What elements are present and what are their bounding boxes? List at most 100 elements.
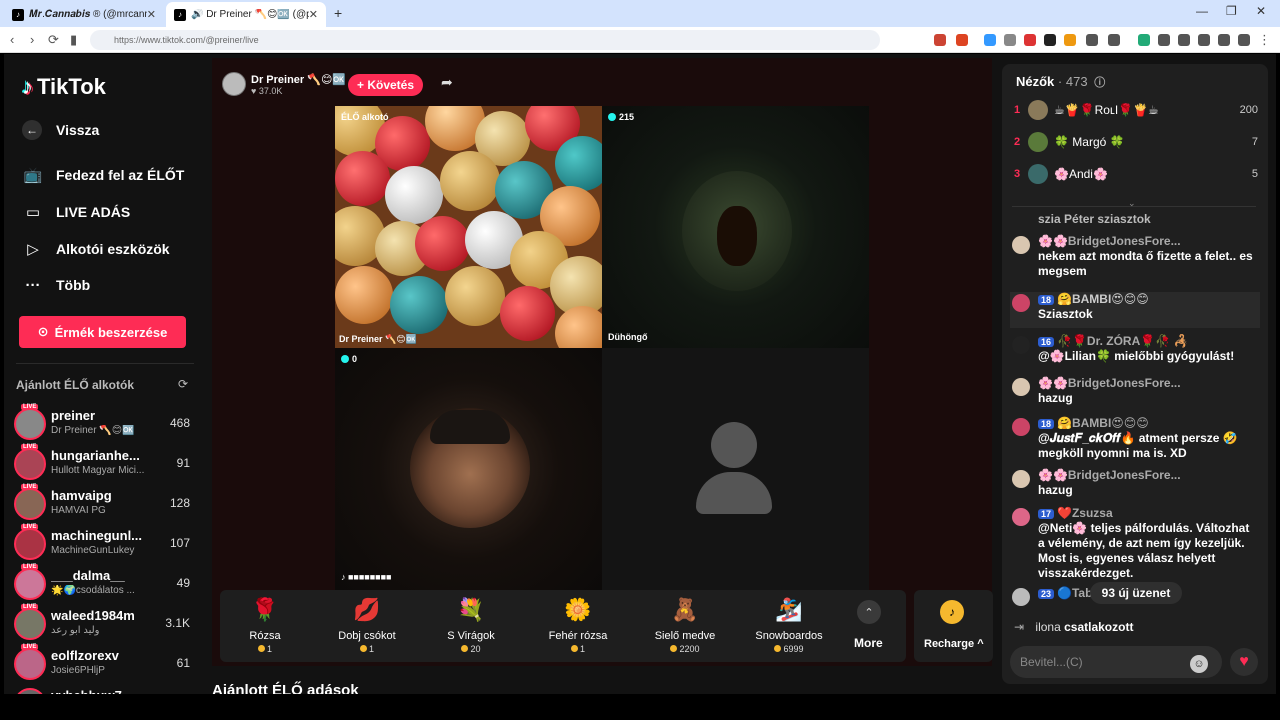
video-cell-guest-2[interactable]: 215 Dühöngő [602,106,869,348]
avatar [1028,132,1048,152]
menu-icon[interactable]: ⋮ [1258,32,1271,48]
coin-icon: ♪ [940,600,964,624]
back-button[interactable]: ← Vissza [22,120,99,140]
video-cell-guest-3[interactable]: 0 ♪ ■■■■■■■■ [335,348,602,590]
nav-explore-live[interactable]: 📺 Fedezd fel az ÉLŐT [22,164,185,186]
close-icon[interactable]: ✕ [309,8,318,21]
viewer-name: ☕🍟🌹RᴏʟI🌹🍟☕ [1054,103,1159,117]
extension-icon[interactable] [1198,34,1210,46]
extension-icon[interactable] [1044,34,1056,46]
browser-tab-bar: ♪ 𝑴𝒓.𝑪𝒂𝒏𝒏𝒂𝒃𝒊𝒔 ® (@mrcannab ✕ ♪ 🔊 Dr Prei… [0,0,1280,27]
creator-item[interactable]: LIVE preiner Dr Preiner 🪓😊🆗 468 [14,404,194,444]
gift-name: Snowboardos [755,630,823,642]
recommended-lives-title: Ajánlott ÉLŐ adások [212,682,359,694]
chevron-down-icon[interactable]: ⌄ [1128,198,1136,209]
extension-icon[interactable] [956,34,968,46]
minimize-icon[interactable]: — [1196,4,1208,18]
top-viewer-row[interactable]: 3 🌸Andi🌸 5 [1012,160,1258,190]
chevron-up-icon[interactable]: ⌃ [857,600,881,624]
gift-item[interactable]: 🏂 Snowboardos 6999 [744,596,834,658]
extension-icon[interactable] [1218,34,1230,46]
creator-item[interactable]: LIVE hamvaipg HAMVAI PG 128 [14,484,194,524]
extension-icon[interactable] [1158,34,1170,46]
extension-icon[interactable] [1238,34,1250,46]
share-icon[interactable]: ➦ [441,74,453,91]
avatar [1012,470,1030,488]
chat-message[interactable]: 🌸🌸BridgetJonesFore... hazug [1010,468,1260,504]
reload-icon[interactable]: ⟳ [48,32,59,48]
avatar [1028,100,1048,120]
chat-message[interactable]: 18 🤗BAMBI😍😊😊 @𝑱𝒖𝒔𝒕𝑭_𝒄𝒌𝑶𝒇𝒇🔥 atment persze … [1010,416,1260,466]
gift-item[interactable]: 💐 S Virágok 20 [426,596,516,658]
creator-item[interactable]: LIVE waleed1984m وليد ابو رعد 3.1K [14,604,194,644]
close-icon[interactable]: ✕ [147,8,156,21]
top-viewer-row[interactable]: 1 ☕🍟🌹RᴏʟI🌹🍟☕ 200 [1012,96,1258,126]
nav-creator-tools[interactable]: ▷ Alkotói eszközök [22,238,169,260]
nav-more[interactable]: ··· Több [22,274,91,296]
extension-icon[interactable] [934,34,946,46]
extension-icon[interactable] [1178,34,1190,46]
creator-item[interactable]: yyhchhuw7 [14,684,194,694]
maximize-icon[interactable]: ❐ [1226,4,1237,18]
extension-icon[interactable] [984,34,996,46]
gift-item[interactable]: 🌼 Fehér rózsa 1 [533,596,623,658]
creator-subtitle: Dr Preiner 🪓😊🆗 [51,425,135,436]
close-window-icon[interactable]: ✕ [1256,4,1266,18]
url-field[interactable]: https://www.tiktok.com/@preiner/live [90,30,880,50]
viewer-count: 107 [169,536,190,550]
browser-tab-2[interactable]: ♪ 🔊 Dr Preiner 🪓😊🆗 (@preine ✕ [166,2,326,27]
chat-message[interactable]: 17 ❤️Zsuzsa @Neti🌸 teljes pálfordulás. Vá… [1010,506,1260,580]
chat-message[interactable]: szia Péter sziasztok [1010,212,1260,228]
new-tab-button[interactable]: + [334,5,342,21]
heart-like-button[interactable]: ♥ [1230,648,1258,676]
message-author: ❤️Zsuzsa [1057,506,1113,520]
chat-message[interactable]: 🌸🌸BridgetJonesFore... hazug [1010,376,1260,412]
more-gifts-button[interactable]: More [854,636,883,650]
video-cell-host[interactable]: ÉLŐ alkotó Dr Preiner 🪓😊🆗 [335,106,602,348]
creator-item[interactable]: LIVE hungarianhe... Hullott Magyar Mici.… [14,444,194,484]
creator-item[interactable]: LIVE machinegunl... MachineGunLukey 107 [14,524,194,564]
chat-message[interactable]: 🌸🌸BridgetJonesFore... nekem azt mondta ő… [1010,234,1260,282]
nav-go-live[interactable]: ▭ LIVE ADÁS [22,201,130,223]
chat-message[interactable]: 18 🤗BAMBI😍😊😊 Sziasztok [1010,292,1260,328]
gift-item[interactable]: 🌹 Rózsa 1 [220,596,310,658]
host-avatar[interactable] [222,72,246,96]
emoji-icon[interactable]: ☺ [1190,655,1208,673]
viewer-name: 🌸Andi🌸 [1054,167,1108,181]
coin-icon [257,645,265,652]
viewers-header[interactable]: Nézők · 473 ⓘ [1016,74,1105,90]
info-icon[interactable]: ⓘ [1094,77,1105,89]
creator-item[interactable]: LIVE ___dalma__ 🌟🌍csodálatos ... 49 [14,564,194,604]
follow-button[interactable]: + Követés [348,74,423,96]
extension-icon[interactable] [1138,34,1150,46]
message-text: Sziasztok [1038,307,1093,321]
extension-icon[interactable] [1024,34,1036,46]
new-messages-button[interactable]: 93 új üzenet [1090,582,1182,604]
get-coins-button[interactable]: ⊙ Érmék beszerzése [19,316,186,348]
gift-price: 20 [426,644,516,654]
message-text: nekem azt mondta ő fizette a felet.. es … [1038,249,1253,278]
video-cell-empty[interactable] [602,348,869,590]
tiktok-logo[interactable]: ♪ TikTok [22,74,106,100]
browser-tab-1[interactable]: ♪ 𝑴𝒓.𝑪𝒂𝒏𝒏𝒂𝒃𝒊𝒔 ® (@mrcannab ✕ [4,2,164,27]
gift-item[interactable]: 🧸 Sielő medve 2200 [640,596,730,658]
tiktok-favicon-icon: ♪ [174,8,186,21]
gift-item[interactable]: 💋 Dobj csókot 1 [322,596,412,658]
back-icon[interactable]: ‹ [10,32,14,47]
avatar [1012,294,1030,312]
forward-icon[interactable]: › [30,32,34,47]
refresh-icon[interactable]: ⟳ [178,377,188,391]
avatar [1012,418,1030,436]
joined-text: csatlakozott [1064,620,1134,634]
extension-icon[interactable] [1004,34,1016,46]
chat-message[interactable]: 16 🥀🌹Dr. ZÓRA🌹🥀 🦂 @🌸Lilian🍀 mielőbbi gyóg… [1010,334,1260,370]
creator-item[interactable]: LIVE eolflzorexv Josie6PHljP 61 [14,644,194,684]
top-viewer-row[interactable]: 2 🍀 Margó 🍀 7 [1012,128,1258,158]
bookmark-icon[interactable]: ▮ [70,32,77,48]
host-name[interactable]: Dr Preiner 🪓😊🆗 [251,73,346,86]
more-dots-icon: ··· [25,276,41,294]
extension-icon[interactable] [1086,34,1098,46]
extension-icon[interactable] [1064,34,1076,46]
recharge-button[interactable]: ♪ Recharge ^ [914,590,993,662]
extension-icon[interactable] [1108,34,1120,46]
